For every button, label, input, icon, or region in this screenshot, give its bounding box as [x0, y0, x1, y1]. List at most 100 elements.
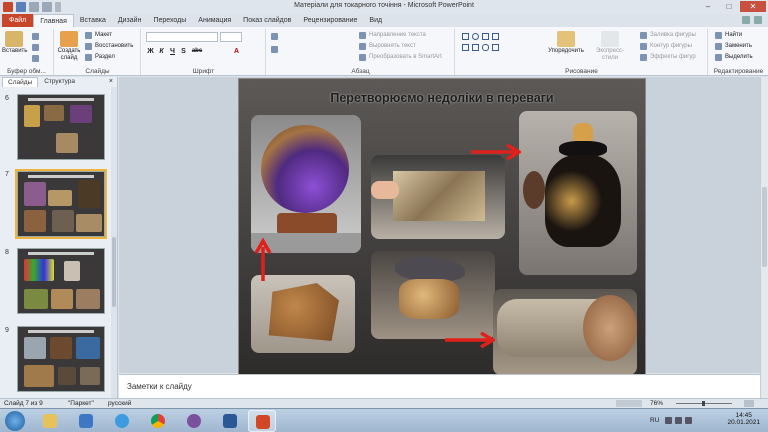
slide-thumbnail-6[interactable]	[17, 94, 105, 160]
zoom-level[interactable]: 76%	[650, 399, 663, 408]
find-button[interactable]: Найти	[715, 31, 742, 40]
arrange-button[interactable]: Упорядочить	[548, 31, 584, 55]
vertical-scrollbar[interactable]	[760, 77, 768, 398]
tab-view[interactable]: Вид	[363, 14, 388, 27]
shape-brace[interactable]	[472, 44, 479, 51]
section-button[interactable]: Раздел	[85, 53, 115, 62]
shadow-button[interactable]: S	[179, 47, 188, 56]
photo-resin-sphere[interactable]	[251, 115, 361, 253]
tab-slideshow[interactable]: Показ слайдов	[237, 14, 297, 27]
shape-rounded[interactable]	[482, 44, 489, 51]
copy-button[interactable]	[32, 43, 44, 52]
replace-button[interactable]: Заменить	[715, 42, 752, 51]
thumb-image	[58, 367, 76, 385]
notes-pane[interactable]: Заметки к слайду	[119, 374, 760, 398]
tab-outline[interactable]: Структура	[39, 77, 80, 87]
thumb-image	[24, 337, 46, 359]
volume-icon[interactable]	[685, 417, 692, 424]
tab-slides[interactable]: Слайды	[2, 77, 39, 87]
tab-transitions[interactable]: Переходы	[147, 14, 192, 27]
slide-thumbnail-7[interactable]	[15, 169, 107, 239]
paste-button[interactable]: Вставить	[2, 31, 27, 55]
ribbon-collapse-icon[interactable]	[742, 16, 750, 24]
taskbar-word[interactable]	[216, 410, 244, 432]
shape-arrow[interactable]	[492, 33, 499, 40]
tray-arrow-icon[interactable]	[665, 417, 672, 424]
photo-burl[interactable]	[251, 275, 355, 353]
taskbar-powerpoint[interactable]	[248, 410, 276, 432]
zoom-slider[interactable]	[676, 401, 732, 406]
slide-title[interactable]: Перетворюємо недоліки в переваги	[239, 91, 645, 105]
align-buttons[interactable]	[271, 45, 351, 54]
slide-thumbnail-8[interactable]	[17, 248, 105, 314]
wood-stand-shape	[277, 213, 337, 235]
view-buttons[interactable]	[616, 400, 642, 407]
convert-smartart-button[interactable]: Преобразовать в SmartArt	[359, 53, 442, 62]
shape-rectangle[interactable]	[462, 33, 469, 40]
font-color-button[interactable]: A	[232, 47, 241, 56]
select-button[interactable]: Выделить	[715, 53, 753, 62]
pane-scroll-thumb[interactable]	[112, 237, 116, 307]
cut-button[interactable]	[32, 32, 44, 41]
window-controls: – □ ✕	[698, 1, 766, 12]
taskbar-ie[interactable]	[108, 410, 136, 432]
theme-name: "Паркет"	[68, 400, 94, 407]
photo-sculpture[interactable]	[371, 251, 495, 339]
start-button[interactable]	[2, 410, 30, 432]
zoom-slider-thumb[interactable]	[702, 401, 705, 406]
shape-triangle[interactable]	[462, 44, 469, 51]
strikethrough-button[interactable]: abc	[190, 47, 204, 56]
word-icon	[223, 414, 237, 428]
format-painter-button[interactable]	[32, 54, 44, 63]
paragraph-group: Направление текста Выровнять текст Преоб…	[267, 29, 455, 75]
font-name-select[interactable]	[146, 32, 218, 42]
layout-button[interactable]: Макет	[85, 31, 112, 40]
language[interactable]: русский	[108, 399, 131, 408]
thumb-image	[52, 210, 74, 232]
minimize-button[interactable]: –	[698, 1, 718, 12]
clock[interactable]: 14:45 20.01.2021	[727, 412, 760, 426]
reset-button[interactable]: Восстановить	[85, 42, 133, 51]
thumb-image	[78, 180, 100, 208]
wood-bowl-shape	[399, 279, 459, 319]
input-language[interactable]: RU	[650, 417, 659, 424]
tab-design[interactable]: Дизайн	[112, 14, 148, 27]
slide-canvas[interactable]: Перетворюємо недоліки в переваги	[238, 78, 646, 375]
italic-button[interactable]: К	[157, 47, 166, 56]
underline-button[interactable]: Ч	[168, 47, 177, 56]
text-direction-button[interactable]: Направление текста	[359, 31, 426, 40]
tab-animations[interactable]: Анимация	[192, 14, 237, 27]
tab-review[interactable]: Рецензирование	[297, 14, 363, 27]
close-button[interactable]: ✕	[740, 1, 766, 12]
tab-home[interactable]: Главная	[33, 14, 74, 27]
shape-star[interactable]	[492, 44, 499, 51]
slide-thumbnail-9[interactable]	[17, 326, 105, 392]
tab-file[interactable]: Файл	[2, 14, 34, 27]
bullets-buttons[interactable]	[271, 32, 351, 41]
font-size-select[interactable]	[220, 32, 242, 42]
pane-scrollbar[interactable]	[111, 87, 117, 398]
taskbar-explorer[interactable]	[36, 410, 64, 432]
taskbar-viber[interactable]	[180, 410, 208, 432]
photo-vase[interactable]	[519, 111, 637, 275]
shape-line[interactable]	[482, 33, 489, 40]
align-text-button[interactable]: Выровнять текст	[359, 42, 416, 51]
network-icon[interactable]	[675, 417, 682, 424]
taskbar-chrome[interactable]	[144, 410, 172, 432]
quick-styles-button[interactable]: Экспресс-стили	[590, 31, 630, 62]
tab-insert[interactable]: Вставка	[74, 14, 112, 27]
scroll-thumb[interactable]	[762, 187, 767, 267]
new-slide-button[interactable]: Создать слайд	[57, 31, 81, 62]
bold-button[interactable]: Ж	[146, 47, 155, 56]
photo-wood-block[interactable]	[371, 155, 505, 239]
taskbar-media[interactable]	[72, 410, 100, 432]
help-icon[interactable]	[754, 16, 762, 24]
pane-close-button[interactable]: ×	[109, 78, 113, 85]
shape-outline-button[interactable]: Контур фигуры	[640, 42, 692, 51]
shape-oval[interactable]	[472, 33, 479, 40]
shape-effects-button[interactable]: Эффекты фигур	[640, 53, 696, 62]
maximize-button[interactable]: □	[719, 1, 739, 12]
photo-log[interactable]	[493, 289, 637, 374]
fit-slide-button[interactable]	[744, 400, 754, 407]
shape-fill-button[interactable]: Заливка фигуры	[640, 31, 696, 40]
